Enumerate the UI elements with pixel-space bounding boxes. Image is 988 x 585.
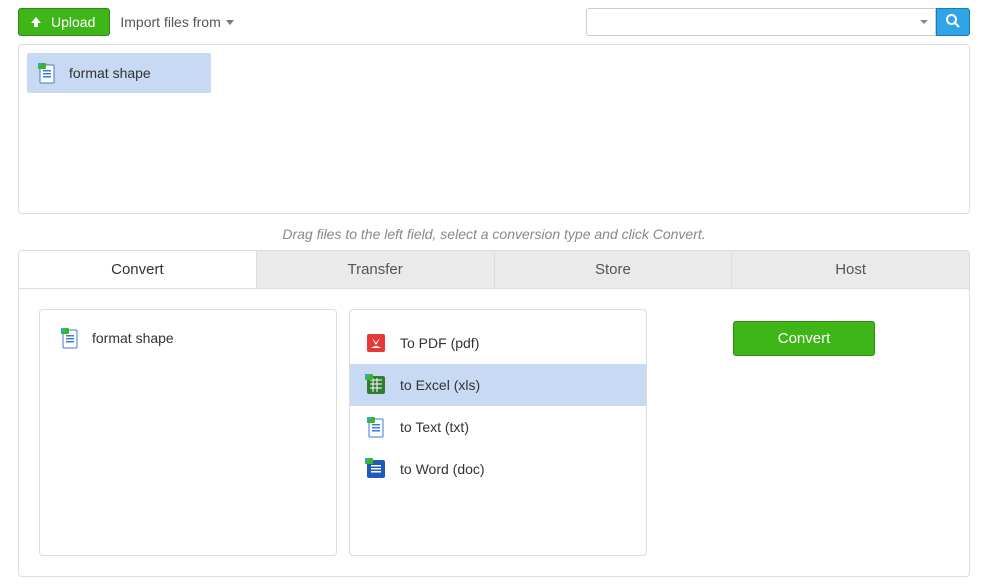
action-panel: Convert <box>659 309 949 556</box>
search-group <box>586 8 970 36</box>
tab-host[interactable]: Host <box>732 251 969 288</box>
format-option-text[interactable]: to Text (txt) <box>350 406 646 448</box>
import-label: Import files from <box>120 14 220 30</box>
hint-text: Drag files to the left field, select a c… <box>18 226 970 242</box>
tab-label: Store <box>595 261 631 278</box>
convert-panel: format shape To PDF (pdf) to Excel (xls) <box>18 289 970 577</box>
upload-arrow-icon <box>29 15 43 29</box>
search-input[interactable] <box>586 8 936 36</box>
search-button[interactable] <box>936 8 970 36</box>
selected-file-name: format shape <box>92 330 174 346</box>
format-option-excel[interactable]: to Excel (xls) <box>350 364 646 406</box>
convert-button[interactable]: Convert <box>733 321 876 356</box>
file-doc-icon <box>58 326 82 350</box>
word-icon <box>364 457 388 481</box>
toolbar: Upload Import files from <box>18 8 970 36</box>
format-option-pdf[interactable]: To PDF (pdf) <box>350 322 646 364</box>
format-label: To PDF (pdf) <box>400 335 479 351</box>
tab-label: Host <box>835 261 866 278</box>
import-files-dropdown[interactable]: Import files from <box>120 14 233 30</box>
selected-file-panel: format shape <box>39 309 337 556</box>
tab-label: Transfer <box>347 261 402 278</box>
format-label: to Excel (xls) <box>400 377 480 393</box>
tab-convert[interactable]: Convert <box>19 251 257 288</box>
text-icon <box>364 415 388 439</box>
tab-transfer[interactable]: Transfer <box>257 251 495 288</box>
file-drop-area[interactable]: format shape <box>18 44 970 214</box>
upload-button[interactable]: Upload <box>18 8 110 36</box>
format-list-panel: To PDF (pdf) to Excel (xls) to Text (txt… <box>349 309 647 556</box>
pdf-icon <box>364 331 388 355</box>
tab-store[interactable]: Store <box>495 251 733 288</box>
tab-bar: Convert Transfer Store Host <box>18 250 970 289</box>
selected-file-item[interactable]: format shape <box>52 322 324 354</box>
search-icon <box>945 13 961 32</box>
excel-icon <box>364 373 388 397</box>
upload-label: Upload <box>51 14 95 30</box>
file-doc-icon <box>35 61 59 85</box>
format-label: to Text (txt) <box>400 419 469 435</box>
tab-label: Convert <box>111 261 164 278</box>
uploaded-file-chip[interactable]: format shape <box>27 53 211 93</box>
format-label: to Word (doc) <box>400 461 485 477</box>
convert-button-label: Convert <box>778 330 831 347</box>
format-option-word[interactable]: to Word (doc) <box>350 448 646 490</box>
uploaded-file-name: format shape <box>69 65 151 81</box>
caret-down-icon <box>226 20 234 25</box>
